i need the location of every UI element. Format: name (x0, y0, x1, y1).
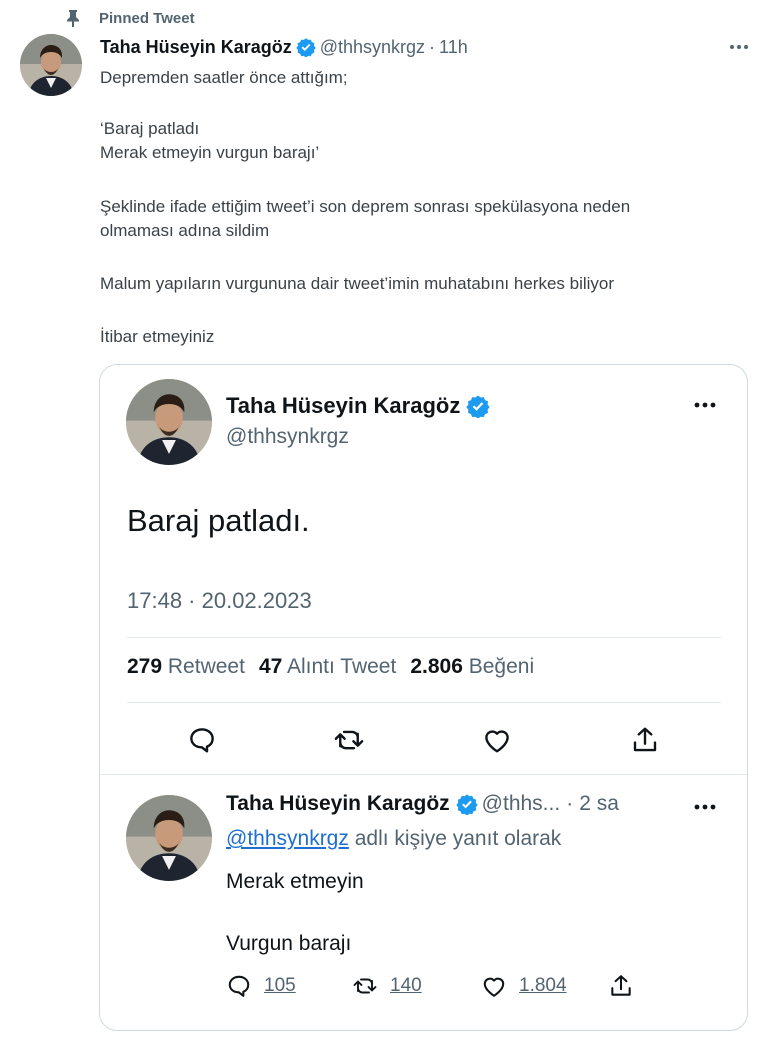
tweet-line: Depremden saatler önce attığım; (100, 68, 348, 87)
tweet-time[interactable]: 11h (439, 37, 468, 58)
retweets-label: Retweet (167, 655, 245, 678)
tweet-line: İtibar etmeyiniz (100, 327, 215, 346)
engagement-stats: 279 Retweet 47 Alıntı Tweet 2.806 Beğeni (127, 655, 548, 679)
reply-bubble-icon (190, 728, 214, 753)
share-button[interactable] (627, 723, 663, 757)
likes-stat[interactable]: 2.806 Beğeni (410, 655, 534, 679)
retweet-icon (352, 973, 378, 999)
reply-avatar[interactable] (126, 795, 212, 881)
embedded-tweet-card[interactable]: Taha Hüseyin Karagöz @thhsynkrgz Baraj p… (99, 364, 748, 1031)
tweet-line: olmaması adına sildim (100, 221, 270, 240)
share-button[interactable] (608, 971, 634, 1001)
quoted-author-row: Taha Hüseyin Karagöz (226, 393, 490, 419)
quoted-author-handle[interactable]: @thhsynkrgz (226, 425, 349, 449)
quotes-count: 47 (258, 655, 283, 678)
retweet-button[interactable] (331, 723, 367, 757)
pin-icon (64, 9, 82, 27)
reply-bubble-icon (226, 973, 252, 999)
author-name[interactable]: Taha Hüseyin Karagöz (100, 37, 292, 58)
like-button[interactable] (479, 723, 515, 757)
quoted-tweet-text: Baraj patladı. (127, 503, 310, 538)
reply-button[interactable] (184, 723, 220, 757)
quoted-timestamp[interactable]: 17:48 · 20.02.2023 (127, 588, 312, 614)
reply-author-name[interactable]: Taha Hüseyin Karagöz (226, 792, 450, 816)
verified-badge-icon (466, 394, 490, 418)
reply-text-line: Merak etmeyin (226, 870, 364, 893)
retweets-stat[interactable]: 279 Retweet (127, 655, 245, 679)
replying-suffix: adlı kişiye yanıt olarak (348, 827, 562, 850)
reply-action-bar: 105 140 1.804 (100, 971, 747, 1001)
reply-author-handle[interactable]: @thhs... (482, 792, 561, 816)
like-count: 1.804 (519, 975, 567, 996)
quoted-more-options-button[interactable] (690, 393, 720, 417)
likes-label: Beğeni (468, 655, 535, 678)
divider (100, 774, 747, 775)
like-button[interactable]: 1.804 (481, 971, 567, 1001)
reply-count: 105 (264, 975, 296, 996)
separator-dot: · (566, 792, 574, 815)
author-handle[interactable]: @thhsynkrgz (320, 37, 425, 58)
tweet-line: Şeklinde ifade ettiğim tweet’i son depre… (100, 197, 631, 216)
verified-badge-icon (296, 37, 316, 57)
reply-more-options-button[interactable] (690, 795, 720, 819)
quotes-stat[interactable]: 47 Alıntı Tweet (259, 655, 396, 679)
likes-count: 2.806 (410, 655, 463, 678)
tweet-header: Taha Hüseyin Karagöz @thhsynkrgz · 11h (100, 34, 753, 60)
reply-text-line: Vurgun barajı (226, 932, 352, 955)
heart-icon (485, 730, 509, 753)
retweets-count: 279 (127, 655, 163, 678)
verified-badge-icon (456, 793, 478, 815)
replying-mention-link[interactable]: @thhsynkrgz (226, 827, 349, 850)
more-options-button[interactable] (725, 34, 753, 60)
quotes-label: Alıntı Tweet (286, 655, 397, 678)
share-icon (608, 973, 634, 999)
heart-icon (481, 973, 507, 999)
reply-header: Taha Hüseyin Karagöz @thhs... · 2 sa (226, 792, 726, 816)
replying-to: @thhsynkrgz adlı kişiye yanıt olarak (226, 827, 561, 851)
tweet-line: Malum yapıların vurgununa dair tweet’imi… (100, 274, 615, 293)
reply-button[interactable]: 105 (226, 971, 296, 1001)
tweet-line: ‘Baraj patladı (100, 119, 200, 138)
divider (127, 702, 721, 703)
quoted-avatar[interactable] (126, 379, 212, 465)
retweet-icon (334, 730, 364, 750)
tweet-line: Merak etmeyin vurgun barajı’ (100, 143, 320, 162)
retweet-button[interactable]: 140 (352, 971, 422, 1001)
more-horizontal-icon (694, 402, 716, 408)
avatar[interactable] (20, 34, 82, 96)
pinned-label: Pinned Tweet (99, 9, 195, 27)
more-horizontal-icon (730, 45, 748, 49)
retweet-count: 140 (390, 975, 422, 996)
divider (127, 637, 721, 638)
quoted-author-name[interactable]: Taha Hüseyin Karagöz (226, 393, 460, 419)
separator-dot: · (429, 36, 436, 57)
more-horizontal-icon (694, 804, 716, 810)
pinned-tweet-indicator: Pinned Tweet (64, 7, 195, 29)
share-icon (633, 727, 657, 752)
reply-time[interactable]: 2 sa (579, 792, 619, 816)
quoted-action-bar (100, 723, 747, 757)
